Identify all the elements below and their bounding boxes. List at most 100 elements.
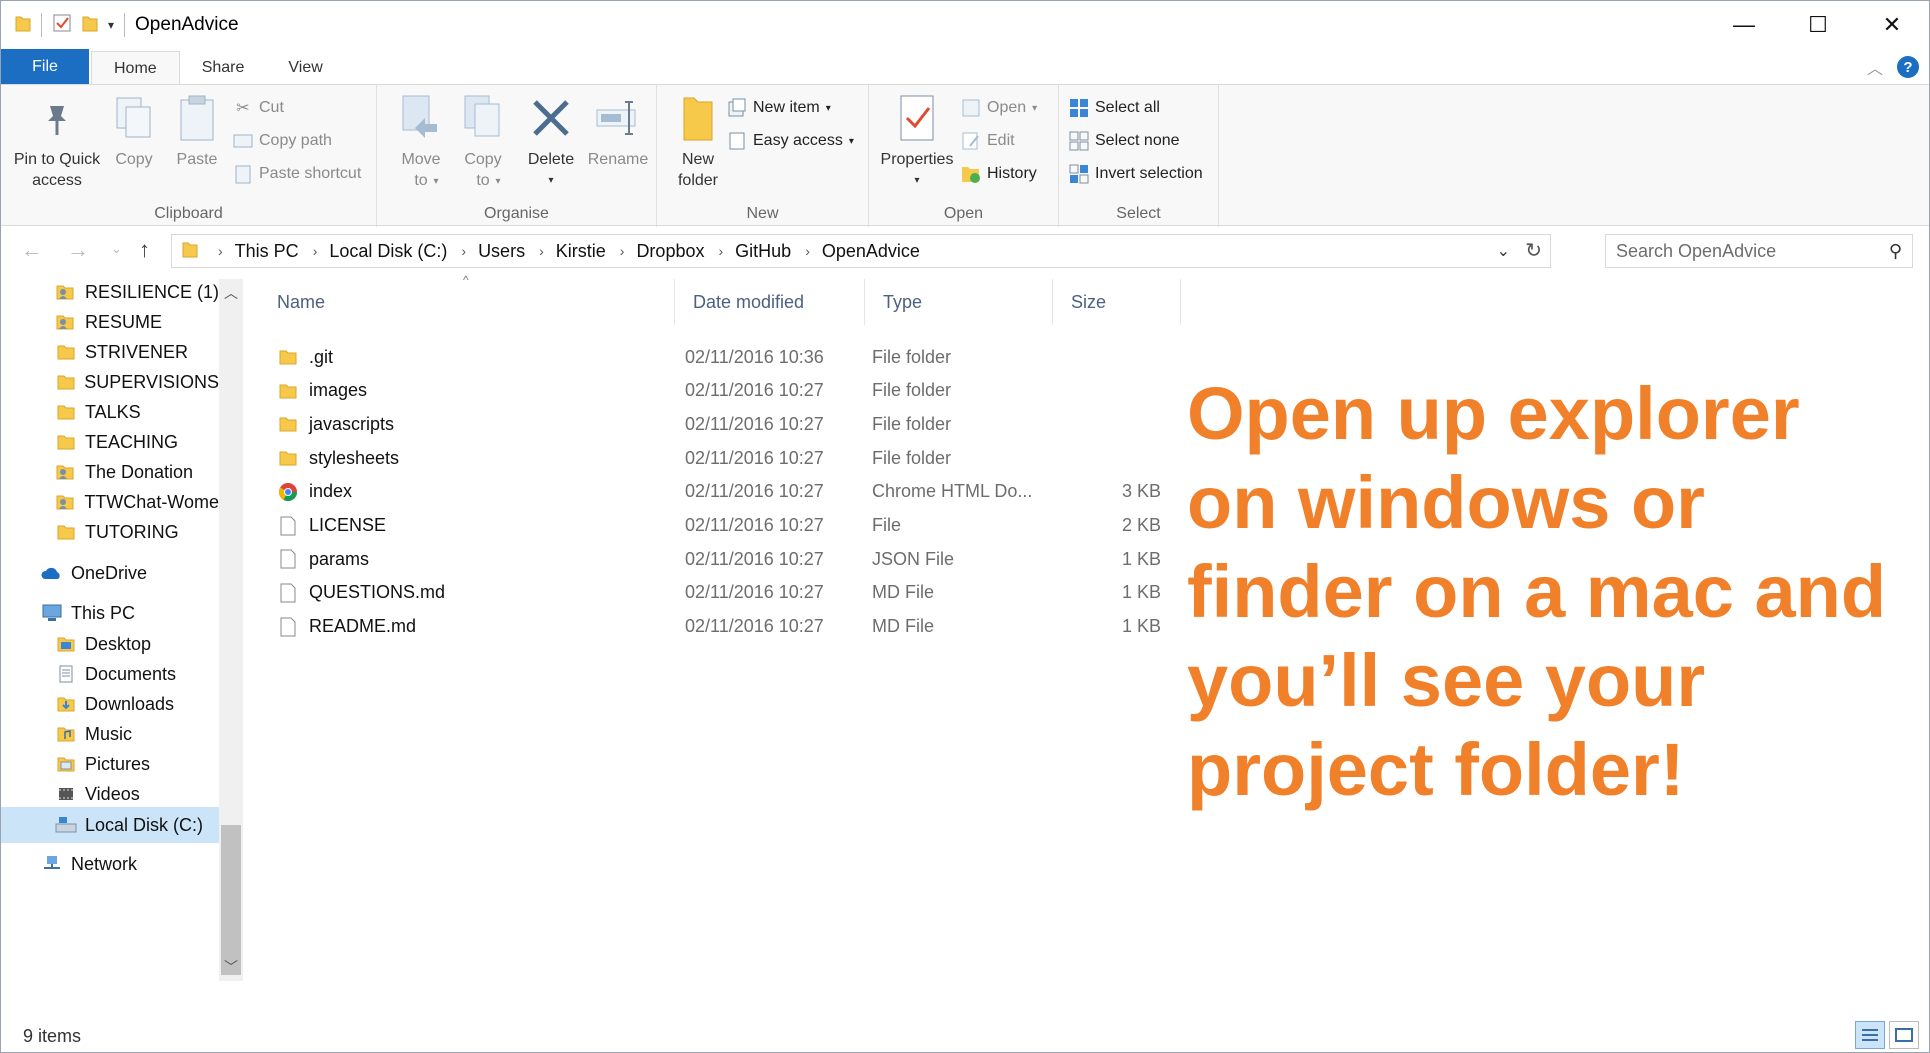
invert-selection-button[interactable]: Invert selection <box>1069 161 1203 187</box>
delete-x-icon <box>528 93 574 143</box>
nav-item-label: SUPERVISIONS <box>84 371 219 392</box>
file-row[interactable]: params 02/11/2016 10:27 JSON File 1 KB <box>259 543 1179 575</box>
file-type: File folder <box>872 447 952 468</box>
collapse-ribbon-icon[interactable]: ︿ <box>1867 55 1883 79</box>
nav-item[interactable]: TUTORING <box>1 514 219 550</box>
breadcrumb-chevron-icon[interactable]: › <box>620 243 625 259</box>
breadcrumb-segment[interactable]: This PC <box>235 241 299 262</box>
paste-icon <box>174 93 220 143</box>
file-row[interactable]: stylesheets 02/11/2016 10:27 File folder <box>259 442 1179 474</box>
move-to-button[interactable]: Move to ▾ <box>391 93 451 192</box>
new-folder-button[interactable]: New folder <box>661 93 735 191</box>
nav-item-label: TEACHING <box>85 431 179 452</box>
invert-selection-icon <box>1069 164 1089 184</box>
properties-button[interactable]: Properties ▾ <box>875 93 959 191</box>
help-icon[interactable]: ? <box>1897 56 1919 78</box>
breadcrumb-chevron-icon[interactable]: › <box>313 243 318 259</box>
column-header-date[interactable]: Date modified <box>675 279 865 325</box>
file-row[interactable]: QUESTIONS.md 02/11/2016 10:27 MD File 1 KB <box>259 577 1179 609</box>
scrollbar-thumb[interactable] <box>221 825 241 975</box>
file-row[interactable]: README.md 02/11/2016 10:27 MD File 1 KB <box>259 611 1179 643</box>
new-folder-icon[interactable] <box>82 14 98 37</box>
file-date: 02/11/2016 10:27 <box>685 413 824 434</box>
column-header-type[interactable]: Type <box>865 279 1053 325</box>
file-row[interactable]: LICENSE 02/11/2016 10:27 File 2 KB <box>259 510 1179 542</box>
history-button[interactable]: History <box>961 161 1037 187</box>
pin-to-quick-access-button[interactable]: Pin to Quick access <box>9 93 105 191</box>
breadcrumb-segment[interactable]: Local Disk (C:) <box>329 241 447 262</box>
nav-item[interactable]: Network <box>1 846 219 882</box>
breadcrumb-segment[interactable]: GitHub <box>735 241 791 262</box>
properties-icon[interactable] <box>52 13 72 38</box>
scroll-down-icon[interactable]: ﹀ <box>219 957 243 977</box>
address-bar[interactable]: › This PC › Local Disk (C:) › Users › Kirstie › D… <box>171 234 1551 268</box>
folder-icon <box>277 380 299 402</box>
new-item-button[interactable]: New item ▾ <box>727 95 831 121</box>
nav-item[interactable]: OneDrive <box>1 555 219 591</box>
scroll-up-icon[interactable]: ︿ <box>219 283 243 303</box>
file-row[interactable]: index 02/11/2016 10:27 Chrome HTML Do... 3 … <box>259 476 1179 508</box>
paste-shortcut-button[interactable]: Paste shortcut <box>233 161 361 187</box>
file-row[interactable]: images 02/11/2016 10:27 File folder <box>259 375 1179 407</box>
nav-item[interactable]: Local Disk (C:) <box>1 807 219 843</box>
nav-item-label: Network <box>71 853 138 874</box>
breadcrumb-segment[interactable]: Users <box>478 241 525 262</box>
tab-file[interactable]: File <box>1 49 89 85</box>
breadcrumb-chevron-icon[interactable]: › <box>539 243 544 259</box>
copy-path-button[interactable]: Copy path <box>233 128 332 154</box>
paste-button[interactable]: Paste <box>167 93 227 170</box>
tab-view[interactable]: View <box>266 51 344 85</box>
up-arrow-icon[interactable]: ↑ <box>139 237 150 263</box>
breadcrumb-segment[interactable]: Dropbox <box>636 241 704 262</box>
file-type: MD File <box>872 582 934 603</box>
customize-qat-icon[interactable]: ▾ <box>108 18 114 32</box>
select-none-button[interactable]: Select none <box>1069 128 1180 154</box>
breadcrumb-chevron-icon[interactable]: › <box>461 243 466 259</box>
tab-share[interactable]: Share <box>180 51 267 85</box>
refresh-icon[interactable]: ↻ <box>1525 238 1542 263</box>
forward-arrow-icon[interactable]: → <box>67 237 89 263</box>
breadcrumb-segment[interactable]: OpenAdvice <box>822 241 920 262</box>
file-row[interactable]: .git 02/11/2016 10:36 File folder <box>259 341 1179 373</box>
search-input[interactable] <box>1616 240 1876 262</box>
window-title: OpenAdvice <box>135 14 239 35</box>
file-type: File folder <box>872 413 952 434</box>
details-view-icon[interactable] <box>1855 1021 1885 1049</box>
copy-to-button[interactable]: Copy to ▾ <box>453 93 513 192</box>
column-date-label: Date modified <box>693 291 805 312</box>
breadcrumb-segment[interactable]: Kirstie <box>556 241 606 262</box>
file-row[interactable]: javascripts 02/11/2016 10:27 File folder <box>259 408 1179 440</box>
status-bar: 9 items <box>1 1019 1929 1053</box>
close-button[interactable]: ✕ <box>1855 1 1929 49</box>
large-icons-view-icon[interactable] <box>1889 1021 1919 1049</box>
back-arrow-icon[interactable]: ← <box>21 237 43 263</box>
recent-locations-icon[interactable]: ⌄ <box>111 241 122 257</box>
select-all-button[interactable]: Select all <box>1069 95 1160 121</box>
nav-item-label: Pictures <box>85 753 151 774</box>
breadcrumb-item: › Users <box>447 241 525 262</box>
minimize-button[interactable]: — <box>1707 1 1781 49</box>
nav-pane-scrollbar[interactable]: ︿ ﹀ <box>219 279 243 981</box>
search-icon[interactable]: ⚲ <box>1889 241 1902 262</box>
copy-button[interactable]: Copy <box>107 93 161 170</box>
column-header-name[interactable]: Name ^ <box>259 273 675 325</box>
delete-button[interactable]: Delete ▾ <box>521 93 581 191</box>
address-dropdown-icon[interactable]: ⌄ <box>1497 241 1510 261</box>
nav-item-label: Desktop <box>85 633 152 654</box>
easy-access-button[interactable]: Easy access ▾ <box>727 128 854 154</box>
cut-button[interactable]: ✂ Cut <box>233 95 284 121</box>
open-button[interactable]: Open ▾ <box>961 95 1037 121</box>
breadcrumb-chevron-icon[interactable]: › <box>805 243 810 259</box>
edit-button[interactable]: Edit <box>961 128 1015 154</box>
rename-icon <box>595 93 641 143</box>
tab-home[interactable]: Home <box>91 51 180 85</box>
easy-access-icon <box>727 131 747 151</box>
rename-button[interactable]: Rename <box>585 93 651 170</box>
breadcrumb-chevron-icon[interactable]: › <box>218 243 223 259</box>
copy-icon <box>111 93 157 143</box>
breadcrumb-chevron-icon[interactable]: › <box>718 243 723 259</box>
folder-icon <box>55 432 77 452</box>
maximize-button[interactable]: ☐ <box>1781 1 1855 49</box>
column-header-size[interactable]: Size <box>1053 279 1181 325</box>
shared-folder-icon <box>55 282 77 302</box>
